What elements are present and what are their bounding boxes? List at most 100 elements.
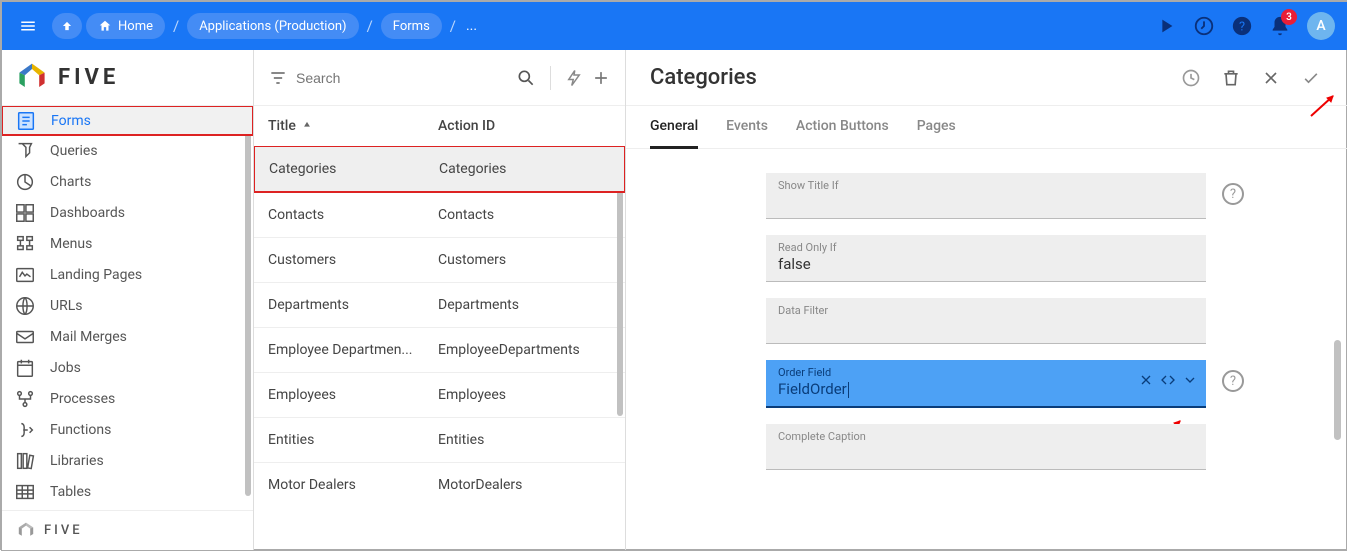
- avatar[interactable]: A: [1307, 12, 1335, 40]
- add-button[interactable]: [591, 68, 611, 88]
- sidebar-item-processes[interactable]: Processes: [2, 383, 253, 414]
- help-icon[interactable]: ?: [1222, 370, 1244, 392]
- notifications-icon[interactable]: 3: [1269, 15, 1291, 37]
- sidebar-item-label: Forms: [51, 113, 91, 129]
- urls-icon: [14, 295, 42, 317]
- deploy-icon[interactable]: [1193, 15, 1215, 37]
- breadcrumb-sep: /: [173, 17, 179, 35]
- sidebar-item-label: Tables: [50, 484, 91, 500]
- tab-events[interactable]: Events: [726, 106, 768, 148]
- help-icon[interactable]: ?: [1222, 183, 1244, 205]
- sidebar-item-label: Queries: [50, 143, 98, 159]
- col-header-action[interactable]: Action ID: [438, 118, 611, 134]
- notification-badge: 3: [1281, 9, 1297, 25]
- code-icon[interactable]: [1160, 372, 1176, 388]
- breadcrumb-home[interactable]: Home: [86, 13, 165, 39]
- row-title: Categories: [269, 161, 439, 177]
- landing-pages-icon: [14, 264, 42, 286]
- wizard-icon[interactable]: [565, 66, 583, 90]
- sidebar-item-charts[interactable]: Charts: [2, 166, 253, 197]
- charts-icon: [14, 171, 42, 193]
- clear-icon[interactable]: [1138, 372, 1154, 388]
- tabs: General Events Action Buttons Pages: [626, 106, 1347, 149]
- search-input[interactable]: [296, 70, 516, 86]
- queries-icon: [14, 140, 42, 162]
- sidebar-item-dashboards[interactable]: Dashboards: [2, 197, 253, 228]
- breadcrumb-applications[interactable]: Applications (Production): [187, 13, 358, 39]
- table-row[interactable]: Departments Departments: [254, 282, 625, 327]
- field-label: Show Title If: [778, 179, 1194, 192]
- row-title: Contacts: [268, 207, 438, 223]
- row-title: Departments: [268, 297, 438, 313]
- breadcrumb-ellipsis: ...: [466, 18, 477, 34]
- jobs-icon: [14, 357, 42, 379]
- sidebar-scrollbar[interactable]: [245, 108, 251, 496]
- table-row[interactable]: Motor Dealers MotorDealers: [254, 462, 625, 507]
- sidebar-item-label: Landing Pages: [50, 267, 142, 283]
- sidebar-item-urls[interactable]: URLs: [2, 290, 253, 321]
- col-header-title[interactable]: Title: [268, 118, 438, 134]
- sidebar-item-label: Dashboards: [50, 205, 125, 221]
- search-icon[interactable]: [516, 68, 536, 88]
- main: FIVE Forms Queries Charts Dashboards Men…: [2, 50, 1347, 550]
- history-button[interactable]: [1179, 66, 1203, 90]
- form-area: Show Title If ? Read Only If false Data …: [626, 149, 1347, 550]
- table-row[interactable]: Contacts Contacts: [254, 192, 625, 237]
- sidebar-item-tables[interactable]: Tables: [2, 476, 253, 507]
- list-header: Title Action ID: [254, 106, 625, 146]
- sidebar-item-landing-pages[interactable]: Landing Pages: [2, 259, 253, 290]
- tab-action-buttons[interactable]: Action Buttons: [796, 106, 889, 148]
- breadcrumb-forms[interactable]: Forms: [381, 13, 442, 39]
- table-row[interactable]: Employee Departmen... EmployeeDepartment…: [254, 327, 625, 372]
- table-row[interactable]: Employees Employees: [254, 372, 625, 417]
- field-label: Read Only If: [778, 241, 1194, 254]
- sidebar-item-functions[interactable]: Functions: [2, 414, 253, 445]
- list-scrollbar[interactable]: [617, 156, 623, 416]
- breadcrumb-up[interactable]: [52, 13, 82, 39]
- field-show-title-if[interactable]: Show Title If: [766, 173, 1206, 219]
- table-row[interactable]: Customers Customers: [254, 237, 625, 282]
- help-icon[interactable]: ?: [1231, 15, 1253, 37]
- sidebar-item-jobs[interactable]: Jobs: [2, 352, 253, 383]
- sidebar-item-label: URLs: [50, 298, 82, 314]
- play-icon[interactable]: [1155, 15, 1177, 37]
- row-action: EmployeeDepartments: [438, 342, 611, 358]
- dashboards-icon: [14, 202, 42, 224]
- sidebar-item-queries[interactable]: Queries: [2, 135, 253, 166]
- processes-icon: [14, 388, 42, 410]
- detail-panel: Categories General Events Action Buttons…: [626, 50, 1347, 550]
- sort-asc-icon: [300, 119, 314, 133]
- close-button[interactable]: [1259, 66, 1283, 90]
- field-data-filter[interactable]: Data Filter: [766, 298, 1206, 344]
- svg-text:?: ?: [1239, 20, 1245, 35]
- tab-pages[interactable]: Pages: [917, 106, 956, 148]
- row-action: Departments: [438, 297, 611, 313]
- breadcrumb-applications-label: Applications (Production): [199, 19, 346, 34]
- sidebar-item-label: Charts: [50, 174, 91, 190]
- list-toolbar: [254, 50, 625, 106]
- tab-general[interactable]: General: [650, 106, 698, 149]
- table-row[interactable]: Categories Categories: [254, 146, 625, 193]
- row-action: Employees: [438, 387, 611, 403]
- table-row[interactable]: Entities Entities: [254, 417, 625, 462]
- list-panel: Title Action ID Categories Categories Co…: [254, 50, 626, 550]
- delete-button[interactable]: [1219, 66, 1243, 90]
- field-read-only-if[interactable]: Read Only If false: [766, 235, 1206, 282]
- list-body: Categories Categories Contacts Contacts …: [254, 146, 625, 550]
- row-action: Customers: [438, 252, 611, 268]
- save-button[interactable]: [1299, 66, 1323, 90]
- sidebar-item-forms[interactable]: Forms: [2, 106, 253, 136]
- field-complete-caption[interactable]: Complete Caption: [766, 424, 1206, 470]
- field-order-field[interactable]: Order Field FieldOrder: [766, 360, 1206, 408]
- sidebar-item-label: Mail Merges: [50, 329, 127, 345]
- menu-toggle[interactable]: [14, 12, 42, 40]
- sidebar-footer-text: FIVE: [44, 523, 83, 538]
- chevron-down-icon[interactable]: [1182, 372, 1198, 388]
- search-field[interactable]: [296, 68, 536, 88]
- sidebar-item-label: Functions: [50, 422, 111, 438]
- detail-scrollbar[interactable]: [1334, 340, 1341, 440]
- sidebar-item-menus[interactable]: Menus: [2, 228, 253, 259]
- sidebar-item-mail-merges[interactable]: Mail Merges: [2, 321, 253, 352]
- sidebar-item-libraries[interactable]: Libraries: [2, 445, 253, 476]
- filter-icon[interactable]: [268, 68, 288, 88]
